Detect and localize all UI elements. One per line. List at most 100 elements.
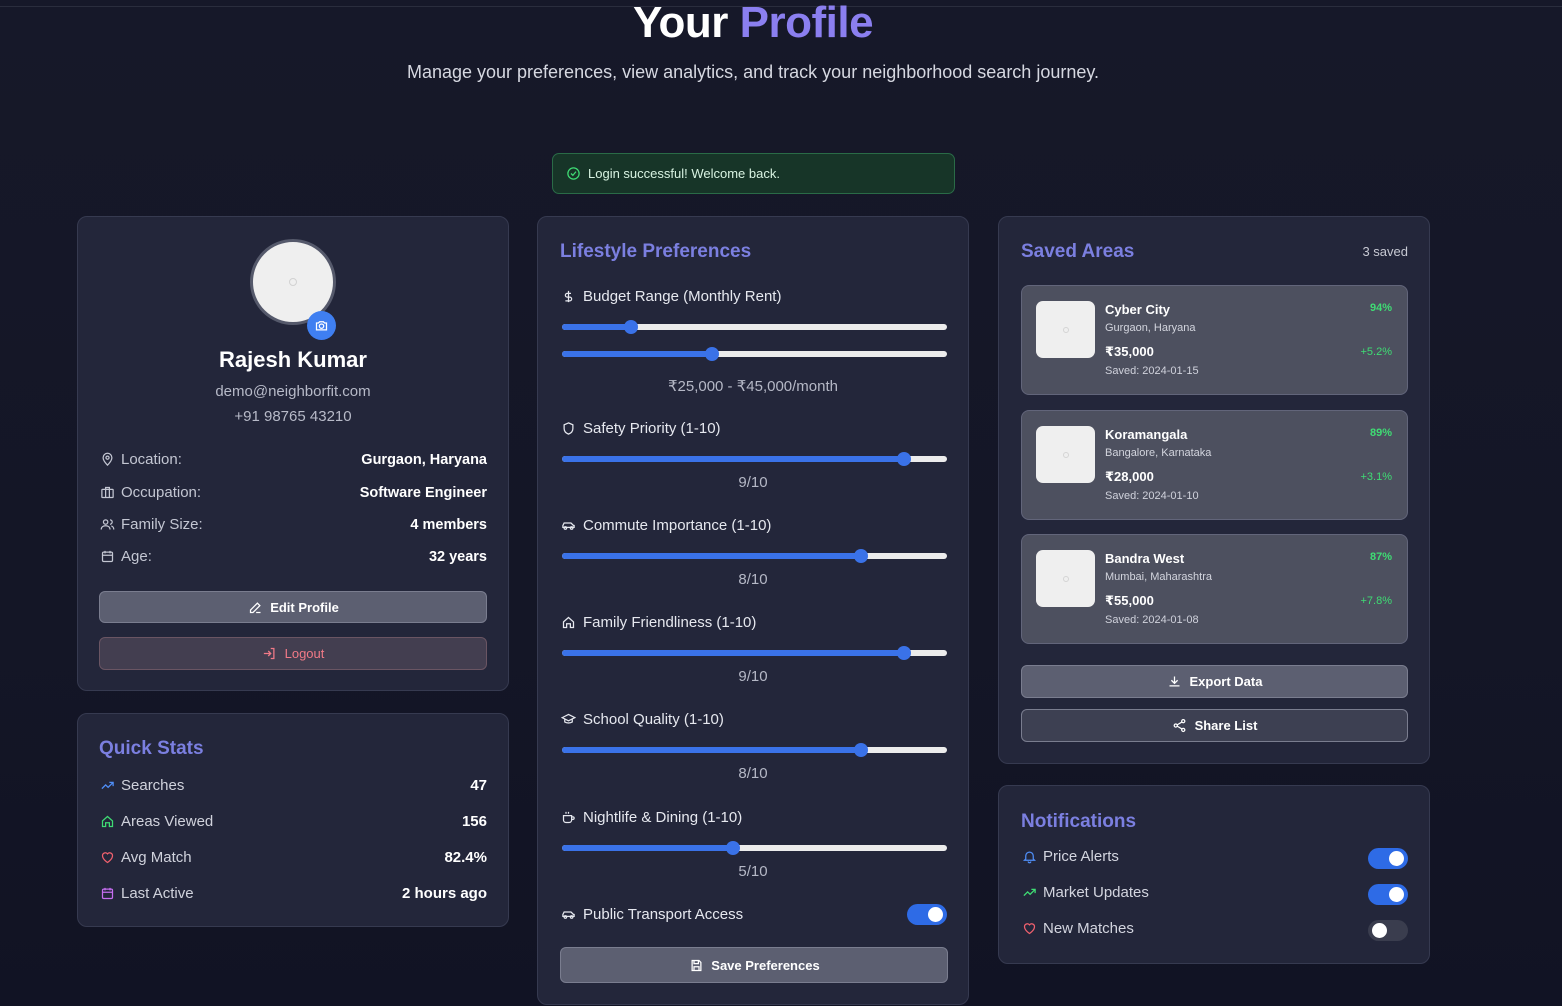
new-matches-toggle[interactable] <box>1368 920 1408 941</box>
area-change: +3.1% <box>1360 471 1393 483</box>
area-name: Cyber City <box>1105 302 1171 317</box>
share-list-label: Share List <box>1194 718 1258 733</box>
notification-market-updates: Market Updates <box>1021 884 1409 901</box>
saved-area-item[interactable]: Cyber City Gurgaon, Haryana ₹35,000 Save… <box>1021 285 1408 395</box>
notification-label: Market Updates <box>1043 884 1149 901</box>
slider-thumb[interactable] <box>726 841 741 855</box>
slider-thumb[interactable] <box>854 549 869 563</box>
toggle-knob <box>1372 923 1387 938</box>
area-saved-date: Saved: 2024-01-10 <box>1105 490 1199 502</box>
area-price: ₹55,000 <box>1105 593 1154 608</box>
toggle-knob <box>928 907 943 922</box>
price-alerts-toggle[interactable] <box>1368 848 1408 869</box>
save-icon <box>688 957 704 973</box>
login-success-alert: Login successful! Welcome back. <box>552 153 955 194</box>
home-icon <box>560 615 576 631</box>
area-saved-date: Saved: 2024-01-15 <box>1105 365 1199 377</box>
notification-label: New Matches <box>1043 920 1134 937</box>
graduation-cap-icon <box>560 712 576 728</box>
family-value: 9/10 <box>738 668 768 685</box>
stat-value: 2 hours ago <box>401 885 487 902</box>
area-saved-date: Saved: 2024-01-08 <box>1105 614 1199 626</box>
stat-label: Searches <box>121 777 185 794</box>
info-label: Occupation: <box>121 484 202 501</box>
area-match: 89% <box>1369 427 1392 439</box>
edit-profile-button[interactable]: Edit Profile <box>99 591 487 623</box>
commute-slider[interactable] <box>562 549 947 563</box>
stat-last-active: Last Active 2 hours ago <box>99 885 487 902</box>
alert-message: Login successful! Welcome back. <box>588 166 780 181</box>
market-updates-toggle[interactable] <box>1368 884 1408 905</box>
preferences-card: Lifestyle Preferences Budget Range (Mont… <box>537 216 969 1005</box>
area-match: 87% <box>1369 551 1392 563</box>
share-list-button[interactable]: Share List <box>1021 709 1408 742</box>
users-icon <box>99 517 115 533</box>
quick-stats-title: Quick Stats <box>99 738 204 759</box>
area-location: Bangalore, Karnataka <box>1105 447 1212 459</box>
budget-label-text: Budget Range (Monthly Rent) <box>583 288 782 305</box>
slider-thumb[interactable] <box>854 743 869 757</box>
school-slider[interactable] <box>562 743 947 757</box>
stat-searches: Searches 47 <box>99 777 487 794</box>
nightlife-value: 5/10 <box>738 863 768 880</box>
info-label: Location: <box>121 451 182 468</box>
export-data-button[interactable]: Export Data <box>1021 665 1408 698</box>
safety-slider[interactable] <box>562 452 947 466</box>
slider-fill <box>562 747 862 753</box>
slider-thumb[interactable] <box>897 452 912 466</box>
saved-area-item[interactable]: Bandra West Mumbai, Maharashtra ₹55,000 … <box>1021 534 1408 644</box>
slider-thumb[interactable] <box>705 347 720 361</box>
transport-toggle[interactable] <box>907 904 947 925</box>
profile-phone: +91 98765 43210 <box>234 408 352 425</box>
slider-fill <box>562 351 713 357</box>
bell-icon <box>1021 849 1037 865</box>
logout-button[interactable]: Logout <box>99 637 487 670</box>
family-slider[interactable] <box>562 646 947 660</box>
save-preferences-button[interactable]: Save Preferences <box>560 947 948 983</box>
safety-label: Safety Priority (1-10) <box>560 420 721 437</box>
school-label: School Quality (1-10) <box>560 711 724 728</box>
notification-new-matches: New Matches <box>1021 920 1409 937</box>
briefcase-icon <box>99 485 115 501</box>
stat-avg-match: Avg Match 82.4% <box>99 849 487 866</box>
nightlife-slider[interactable] <box>562 841 947 855</box>
slider-fill <box>562 650 905 656</box>
area-thumbnail <box>1036 301 1095 358</box>
info-value: Software Engineer <box>359 484 487 501</box>
slider-label-text: Commute Importance (1-10) <box>583 517 772 534</box>
info-location: Location: Gurgaon, Haryana <box>99 451 487 468</box>
title-word-your: Your <box>632 0 728 47</box>
heart-icon <box>1021 921 1037 937</box>
stat-label: Areas Viewed <box>121 813 214 830</box>
save-preferences-label: Save Preferences <box>711 957 820 973</box>
slider-label-text: Nightlife & Dining (1-10) <box>583 809 743 826</box>
slider-thumb[interactable] <box>624 320 639 334</box>
slider-thumb[interactable] <box>897 646 912 660</box>
slider-label-text: School Quality (1-10) <box>583 711 724 728</box>
check-circle-icon <box>565 166 581 182</box>
budget-min-slider[interactable] <box>562 320 947 334</box>
calendar-icon <box>99 549 115 565</box>
dollar-icon <box>560 289 576 305</box>
commute-value: 8/10 <box>738 571 768 588</box>
info-label: Age: <box>121 548 152 565</box>
shield-icon <box>560 421 576 437</box>
saved-areas-card: Saved Areas 3 saved Cyber City Gurgaon, … <box>998 216 1430 764</box>
area-price: ₹35,000 <box>1105 344 1154 359</box>
area-price: ₹28,000 <box>1105 469 1154 484</box>
notifications-title: Notifications <box>1021 811 1137 832</box>
saved-areas-title: Saved Areas <box>1021 241 1135 262</box>
car-icon <box>560 518 576 534</box>
area-change: +7.8% <box>1360 595 1393 607</box>
family-label: Family Friendliness (1-10) <box>560 614 756 631</box>
info-value: 4 members <box>410 516 487 533</box>
profile-card: Rajesh Kumar demo@neighborfit.com +91 98… <box>77 216 509 691</box>
safety-value: 9/10 <box>738 474 768 491</box>
car-icon <box>560 907 576 923</box>
budget-max-slider[interactable] <box>562 347 947 361</box>
home-icon <box>99 814 115 830</box>
nightlife-label: Nightlife & Dining (1-10) <box>560 809 742 826</box>
saved-area-item[interactable]: Koramangala Bangalore, Karnataka ₹28,000… <box>1021 410 1408 520</box>
change-photo-button[interactable] <box>307 311 336 340</box>
stat-label: Avg Match <box>121 849 192 866</box>
